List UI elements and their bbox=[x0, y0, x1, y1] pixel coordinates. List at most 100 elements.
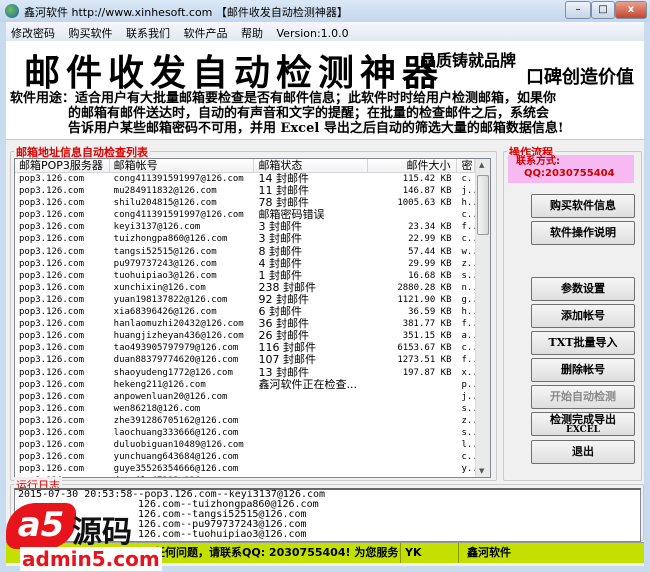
cell-server: pop3.126.com bbox=[19, 222, 85, 233]
cell-server: pop3.126.com bbox=[19, 355, 85, 366]
cell-password: z... bbox=[461, 415, 476, 426]
table-row[interactable]: pop3.126.com hanlaomuzhi20432@126.com 36 封… bbox=[15, 318, 475, 330]
settings-button[interactable]: 参数设置 bbox=[531, 277, 635, 301]
table-row[interactable]: pop3.126.com tao493905797979@126.com 116 封… bbox=[15, 342, 475, 354]
cell-size bbox=[368, 463, 457, 475]
cell-server: pop3.126.com bbox=[19, 270, 85, 281]
table-row[interactable]: pop3.126.comdaoxilu47293@126.comw... bbox=[15, 475, 475, 477]
txt-import-button[interactable]: TXT批量导入 bbox=[531, 331, 635, 355]
buy-info-button[interactable]: 购买软件信息 bbox=[531, 194, 635, 218]
list-scrollbar[interactable]: ▲ ▼ bbox=[475, 159, 490, 477]
watermark-logo: a5 源码 admin5.com bbox=[0, 503, 162, 572]
menu-version[interactable]: Version:1.0.0 bbox=[272, 24, 354, 40]
cell-size: 197.87 KB bbox=[402, 367, 452, 378]
cell-size: 57.44 KB bbox=[408, 246, 452, 257]
cell-status bbox=[254, 427, 368, 439]
scroll-thumb[interactable] bbox=[477, 175, 489, 235]
menu-contact-us[interactable]: 联系我们 bbox=[121, 22, 175, 41]
cell-password: l... bbox=[461, 440, 476, 451]
table-row[interactable]: pop3.126.com cong411391591997@126.com 14 封… bbox=[15, 173, 475, 185]
cell-size: 23.34 KB bbox=[408, 222, 452, 233]
table-row[interactable]: pop3.126.com keyi3137@126.com 3 封邮件 23.34 K… bbox=[15, 221, 475, 233]
mailbox-list[interactable]: 邮箱POP3服务器 邮箱帐号 邮箱状态 邮件大小 密 pop3.126.com c… bbox=[14, 158, 491, 478]
table-row[interactable]: pop3.126.com shilu204815@126.com 78 封邮件 100… bbox=[15, 197, 475, 209]
cell-account: tuizhongpa860@126.com bbox=[113, 234, 228, 245]
cell-size: 2880.28 KB bbox=[397, 282, 452, 293]
cell-account: daoxilu47293@126.com bbox=[110, 475, 255, 477]
export-excel-button[interactable]: 检测完成导出 EXCEL bbox=[531, 412, 635, 436]
table-row[interactable]: pop3.126.com yuan198137822@126.com 92 封邮件 1… bbox=[15, 294, 475, 306]
table-row[interactable]: pop3.126.com xunchixin@126.com 238 封邮件 2880… bbox=[15, 282, 475, 294]
cell-account: guye35526354666@126.com bbox=[113, 464, 239, 475]
table-row[interactable]: pop3.126.com guye35526354666@126.com y... bbox=[15, 463, 475, 475]
log-line: 2015-07-30 20:53:58--pop3.126.com--keyi3… bbox=[18, 489, 326, 500]
table-row[interactable]: pop3.126.com anpowenluan20@126.com j... bbox=[15, 391, 475, 403]
table-row[interactable]: pop3.126.com tangsi52515@126.com 8 封邮件 57.4… bbox=[15, 246, 475, 258]
cell-account: huangjizheyan436@126.com bbox=[113, 331, 244, 342]
table-row[interactable]: pop3.126.com xia68396426@126.com 6 封邮件 36.5… bbox=[15, 306, 475, 318]
contact-box: 联系方式: QQ:2030755404 bbox=[508, 155, 634, 183]
cell-status bbox=[254, 451, 368, 463]
cell-status: 13 封邮件 bbox=[258, 366, 309, 379]
table-row[interactable]: pop3.126.com tuizhongpa860@126.com 3 封邮件 22… bbox=[15, 233, 475, 245]
table-row[interactable]: pop3.126.com zhe391286705162@126.com z... bbox=[15, 415, 475, 427]
desc-line: 软件用途：适合用户有大批量邮箱要检查是否有邮件信息；此软件时时给用户检测邮箱，如… bbox=[10, 91, 557, 106]
manual-button[interactable]: 软件操作说明 bbox=[531, 221, 635, 245]
cell-server: pop3.126.com bbox=[19, 186, 85, 197]
cell-password: z... bbox=[461, 258, 476, 269]
close-button[interactable]: x bbox=[615, 1, 647, 19]
scroll-up-icon[interactable]: ▲ bbox=[479, 161, 484, 169]
desc-line: 告诉用户某些邮箱密码不可用，并用 Excel 导出之后自动的筛选大量的邮箱数据信… bbox=[68, 121, 564, 136]
column-header-server[interactable]: 邮箱POP3服务器 bbox=[15, 159, 110, 172]
delete-account-button[interactable]: 删除帐号 bbox=[531, 358, 635, 382]
table-row[interactable]: pop3.126.com huangjizheyan436@126.com 26 封… bbox=[15, 330, 475, 342]
cell-size bbox=[368, 391, 457, 403]
watermark-text: 源码 bbox=[72, 515, 132, 550]
table-row[interactable]: pop3.126.com wen86218@126.com s... bbox=[15, 403, 475, 415]
menu-bar: 修改密码 购买软件 联系我们 软件产品 帮助 Version:1.0.0 bbox=[6, 22, 644, 41]
status-user: YK bbox=[401, 543, 459, 563]
menu-buy-software[interactable]: 购买软件 bbox=[64, 22, 118, 41]
table-row[interactable]: pop3.126.com duan88379774620@126.com 107 封… bbox=[15, 354, 475, 366]
scroll-down-icon[interactable]: ▼ bbox=[479, 467, 484, 475]
cell-server: pop3.126.com bbox=[19, 367, 85, 378]
table-row[interactable]: pop3.126.com shaoyudeng1772@126.com 13 封邮件… bbox=[15, 367, 475, 379]
cell-size: 29.99 KB bbox=[408, 258, 452, 269]
cell-account: yuan198137822@126.com bbox=[113, 294, 228, 305]
cell-server: pop3.126.com bbox=[19, 440, 85, 451]
contact-label: 联系方式: bbox=[516, 156, 560, 167]
menu-products[interactable]: 软件产品 bbox=[179, 22, 233, 41]
column-header-status[interactable]: 邮箱状态 bbox=[254, 159, 369, 172]
cell-account: pu979737243@126.com bbox=[113, 258, 217, 269]
table-row[interactable]: pop3.126.com tuohuipiao3@126.com 1 封邮件 16.6… bbox=[15, 270, 475, 282]
cell-password: c. bbox=[461, 174, 473, 184]
minimize-button[interactable]: – bbox=[565, 1, 591, 19]
cell-account: hanlaomuzhi20432@126.com bbox=[113, 319, 244, 330]
menu-help[interactable]: 帮助 bbox=[236, 22, 268, 41]
maximize-button[interactable]: □ bbox=[591, 1, 615, 19]
table-row[interactable]: pop3.126.com duluobiguan10489@126.com l... bbox=[15, 439, 475, 451]
cell-size: 36.59 KB bbox=[408, 307, 452, 318]
exit-button[interactable]: 退出 bbox=[531, 440, 635, 464]
add-account-button[interactable]: 添加帐号 bbox=[531, 304, 635, 328]
cell-status: 3 封邮件 bbox=[258, 233, 302, 246]
table-row[interactable]: pop3.126.com cong411391591997@126.com 邮箱密码… bbox=[15, 209, 475, 221]
table-row[interactable]: pop3.126.com yunchuang643684@126.com c... bbox=[15, 451, 475, 463]
start-check-button[interactable]: 开始自动检测 bbox=[531, 385, 635, 409]
menu-change-password[interactable]: 修改密码 bbox=[6, 22, 60, 41]
cell-status: 3 封邮件 bbox=[258, 221, 302, 234]
cell-size bbox=[368, 451, 457, 463]
cell-size bbox=[368, 209, 457, 221]
cell-server: pop3.126.com bbox=[19, 258, 85, 269]
table-row[interactable]: pop3.126.com hekeng211@126.com 鑫河软件正在检查...… bbox=[15, 379, 475, 391]
table-row[interactable]: pop3.126.com laochuang333666@126.com s... bbox=[15, 427, 475, 439]
cell-account: keyi3137@126.com bbox=[113, 222, 201, 233]
table-row[interactable]: pop3.126.com mu284911832@126.com 11 封邮件 146… bbox=[15, 185, 475, 197]
column-header-account[interactable]: 邮箱帐号 bbox=[110, 159, 255, 172]
column-header-size[interactable]: 邮件大小 bbox=[368, 159, 458, 172]
cell-status: 4 封邮件 bbox=[258, 257, 302, 270]
table-row[interactable]: pop3.126.com pu979737243@126.com 4 封邮件 29.9… bbox=[15, 258, 475, 270]
banner-title: 邮件收发自动检测神器 bbox=[24, 52, 445, 94]
cell-status: 116 封邮件 bbox=[258, 342, 316, 355]
column-header-password[interactable]: 密 bbox=[457, 159, 475, 172]
